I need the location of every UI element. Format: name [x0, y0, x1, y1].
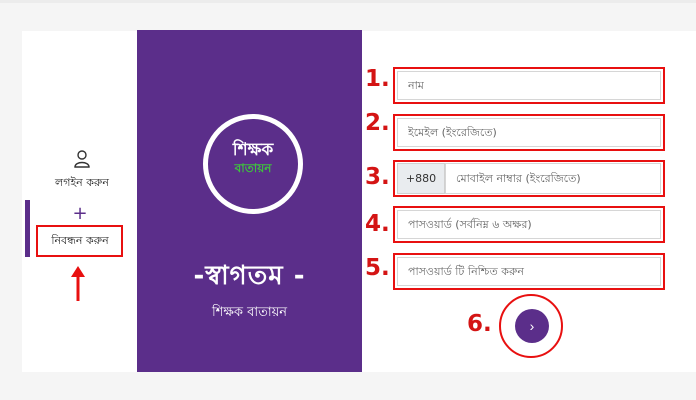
user-icon	[74, 150, 90, 168]
top-divider	[0, 0, 696, 3]
annotation-number-1: 1.	[365, 66, 390, 92]
logo-text-line2: বাতায়ন	[234, 161, 272, 175]
sidebar-item-login[interactable]: লগইন করুন	[44, 150, 120, 193]
annotation-number-2: 2.	[365, 110, 390, 136]
confirm-password-field[interactable]	[397, 257, 661, 286]
name-field[interactable]	[397, 71, 661, 100]
sidebar-item-register[interactable]: +	[38, 203, 122, 224]
register-highlight-box	[36, 225, 123, 257]
annotation-number-5: 5.	[365, 255, 390, 281]
annotation-number-3: 3.	[365, 164, 390, 190]
mobile-number-field[interactable]	[445, 163, 661, 194]
submit-next-button[interactable]: ›	[515, 309, 549, 343]
annotation-number-6: 6.	[467, 311, 492, 337]
logo-text-line1: শিক্ষক	[232, 140, 274, 160]
email-field[interactable]	[397, 118, 661, 147]
phone-country-code: +880	[397, 163, 445, 194]
logo: শিক্ষক বাতায়ন	[203, 114, 303, 214]
welcome-panel: শিক্ষক বাতায়ন -স্বাগতম - শিক্ষক বাতায়ন	[137, 30, 362, 372]
up-arrow-annotation-icon	[71, 266, 85, 301]
welcome-subtitle: শিক্ষক বাতায়ন	[211, 305, 288, 320]
annotation-number-4: 4.	[365, 211, 390, 237]
sidebar-item-login-label: লগইন করুন	[55, 176, 109, 189]
active-indicator	[25, 200, 30, 257]
plus-icon: +	[72, 203, 88, 224]
password-field[interactable]	[397, 210, 661, 239]
welcome-heading: -স্বাগতম -	[193, 261, 306, 291]
chevron-right-icon: ›	[529, 318, 535, 334]
